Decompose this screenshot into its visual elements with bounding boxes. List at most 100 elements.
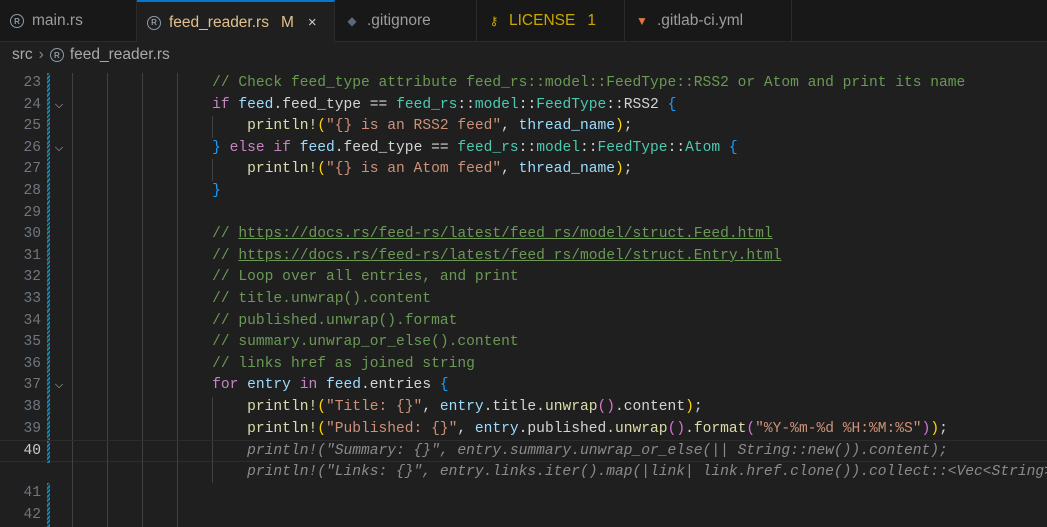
line-number: 37 <box>23 377 41 394</box>
git-modified-indicator[interactable] <box>47 397 50 419</box>
git-modified-indicator[interactable] <box>47 137 50 160</box>
git-modified-indicator[interactable] <box>47 181 50 203</box>
chevron-down-icon[interactable]: ⌵ <box>52 375 66 397</box>
code-token: feed_rs <box>396 96 458 113</box>
git-modified-indicator[interactable] <box>47 245 50 268</box>
code-line: 24 ⌵ if feed.feed_type == feed_rs::model:… <box>0 94 1047 117</box>
tab-main-rs[interactable]: Rmain.rs <box>0 0 137 42</box>
code-token: in <box>290 377 326 394</box>
code-line: 34 // published.unwrap().format <box>0 310 1047 333</box>
code-text: println!("{} is an RSS2 feed", thread_na… <box>72 116 632 138</box>
tab-badge: M <box>280 13 294 31</box>
code-token: :: <box>518 96 537 113</box>
code-text: // https://docs.rs/feed-rs/latest/feed_r… <box>72 224 773 246</box>
code-token: () <box>667 420 686 437</box>
code-line: 30 // https://docs.rs/feed-rs/latest/fee… <box>0 224 1047 246</box>
code-text: // links href as joined string <box>72 354 475 376</box>
git-modified-indicator[interactable] <box>47 310 50 333</box>
tab-label: main.rs <box>32 12 83 29</box>
code-token: FeedType <box>597 139 668 156</box>
code-token: ( <box>317 399 326 415</box>
code-token: , <box>501 161 519 178</box>
git-modified-indicator[interactable] <box>47 375 50 397</box>
indent-guide <box>177 202 178 225</box>
code-token: { <box>728 139 738 156</box>
git-modified-indicator[interactable] <box>47 441 50 463</box>
tab-feed-reader-rs[interactable]: Rfeed_reader.rs M × <box>137 0 335 43</box>
code-token: // links href as joined string <box>212 355 475 372</box>
git-modified-indicator[interactable] <box>47 289 50 311</box>
tab-bar: Rmain.rs Rfeed_reader.rs M × ◆ .gitignore ⚷ LIC… <box>0 0 1047 43</box>
line-number: 30 <box>23 226 41 243</box>
code-text: } else if feed.feed_type == feed_rs::mod… <box>72 138 738 160</box>
line-number: 39 <box>23 420 41 437</box>
code-text: } <box>72 181 221 203</box>
git-modified-indicator[interactable] <box>47 267 50 289</box>
tab-label: .gitlab-ci.yml <box>657 12 744 29</box>
code-text: for entry in feed.entries { <box>72 375 448 397</box>
code-token: feed_type == <box>282 96 397 113</box>
line-number: 26 <box>23 139 41 156</box>
code-token: .feed_type == <box>334 139 458 156</box>
git-modified-indicator[interactable] <box>47 116 50 138</box>
close-icon[interactable]: × <box>308 14 317 31</box>
code-line: 38 println!("Title: {}", entry.title.unw… <box>0 397 1047 419</box>
git-icon: ◆ <box>347 14 357 28</box>
breadcrumb-file[interactable]: feed_reader.rs <box>70 46 170 64</box>
code-line: 36 // links href as joined string <box>0 353 1047 376</box>
code-token: feed <box>299 139 335 156</box>
chevron-down-icon[interactable]: ⌵ <box>52 95 66 117</box>
code-token: unwrap <box>544 399 598 415</box>
rust-icon: R <box>10 14 24 28</box>
git-modified-indicator[interactable] <box>47 353 50 376</box>
line-number: 28 <box>23 183 41 199</box>
line-number: 38 <box>23 399 41 415</box>
code-token: ::RSS2 <box>606 96 668 113</box>
indent-guide <box>142 483 143 505</box>
code-text: println!("{} is an Atom feed", thread_na… <box>72 159 633 181</box>
tab-gitignore[interactable]: ◆ .gitignore <box>335 0 477 42</box>
tab-license[interactable]: ⚷ LICENSE 1 <box>477 0 625 42</box>
git-modified-indicator[interactable] <box>47 202 50 225</box>
git-modified-indicator[interactable] <box>47 224 50 246</box>
code-token: https://docs.rs/feed-rs/latest/feed_rs/m… <box>238 247 782 264</box>
git-modified-indicator[interactable] <box>47 73 50 95</box>
code-token: model <box>474 96 519 113</box>
code-text: // published.unwrap().format <box>72 311 457 333</box>
line-number: 25 <box>23 118 41 135</box>
indent-guide <box>107 505 108 527</box>
breadcrumb-folder[interactable]: src <box>12 46 33 64</box>
line-number: 29 <box>23 204 41 221</box>
code-token: if <box>212 96 239 113</box>
git-modified-indicator[interactable] <box>47 505 50 527</box>
code-line: 25 println!("{} is an RSS2 feed", thread… <box>0 116 1047 138</box>
git-modified-indicator[interactable] <box>47 418 50 441</box>
code-line: 29 <box>0 202 1047 225</box>
git-modified-indicator[interactable] <box>47 483 50 505</box>
git-modified-indicator[interactable] <box>47 94 50 117</box>
code-token: feed_rs <box>457 139 519 156</box>
git-modified-indicator[interactable] <box>47 159 50 181</box>
code-token: https://docs.rs/feed-rs/latest/feed_rs/m… <box>238 226 773 243</box>
code-token: ; <box>623 161 633 178</box>
code-token: "Published: {}" <box>325 420 458 437</box>
chevron-down-icon[interactable]: ⌵ <box>52 138 66 160</box>
code-editor[interactable]: 23 // Check feed_type attribute feed_rs:… <box>0 72 1047 527</box>
code-token: else if <box>220 139 300 156</box>
code-token: // <box>212 226 239 243</box>
tab-gitlab-ci-yml[interactable]: ▼ .gitlab-ci.yml <box>625 0 792 42</box>
indent-guide <box>107 202 108 225</box>
code-line: 31 // https://docs.rs/feed-rs/latest/fee… <box>0 245 1047 268</box>
git-modified-indicator[interactable] <box>47 332 50 354</box>
indent-guide <box>177 483 178 505</box>
